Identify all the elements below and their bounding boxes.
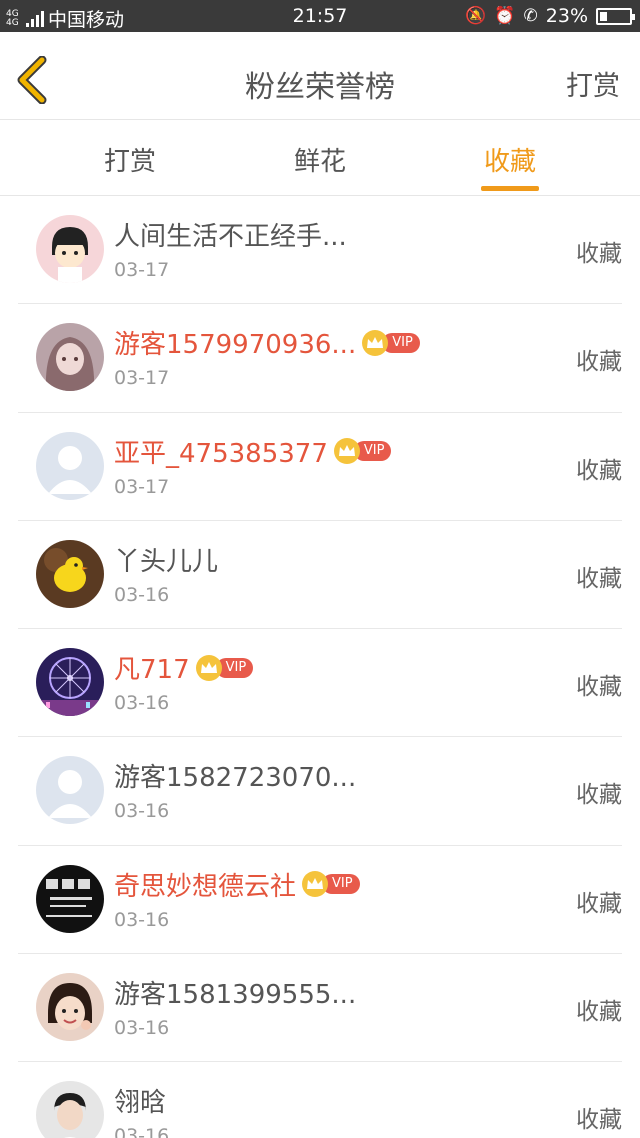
name-line: 凡717 VIP xyxy=(114,649,254,686)
item-date: 03-16 xyxy=(114,800,170,823)
reward-button[interactable]: 打赏 xyxy=(566,64,620,103)
item-date: 03-17 xyxy=(114,259,170,281)
vip-badge: VIP xyxy=(333,438,392,465)
user-name[interactable]: 游客1581399555... xyxy=(114,974,356,1011)
vip-badge: VIP xyxy=(362,329,420,356)
crown-icon xyxy=(333,438,360,465)
item-action-label: 收藏 xyxy=(576,1107,622,1134)
crown-icon xyxy=(302,871,329,898)
item-date: 03-16 xyxy=(114,1125,170,1138)
hd-call-icon: ✆ xyxy=(523,6,538,26)
alarm-icon: ⏰ xyxy=(494,6,516,26)
tab-flowers[interactable]: 鲜花 xyxy=(260,141,380,178)
name-line: 奇思妙想德云社 VIP xyxy=(114,866,360,903)
user-name[interactable]: 奇思妙想德云社 xyxy=(114,866,296,903)
name-line: 游客1581399555... xyxy=(114,974,356,1011)
name-line: 游客1579970936... VIP xyxy=(114,324,420,361)
fan-list: 人间生活不正经手... 03-17 收藏 游客1579970936... VIP 03-1… xyxy=(0,196,640,1138)
avatar[interactable] xyxy=(36,648,104,717)
list-item[interactable]: 翎晗 03-16 收藏 xyxy=(18,1062,622,1138)
vip-badge: VIP xyxy=(302,871,360,898)
vip-badge: VIP xyxy=(195,654,254,681)
avatar[interactable] xyxy=(36,323,104,392)
tab-favorites[interactable]: 收藏 xyxy=(450,141,570,178)
item-date: 03-16 xyxy=(114,1017,170,1040)
name-line: 丫头儿儿 xyxy=(114,541,218,578)
item-action-label: 收藏 xyxy=(576,782,622,809)
user-name[interactable]: 丫头儿儿 xyxy=(114,541,218,578)
name-line: 人间生活不正经手... xyxy=(114,216,347,253)
item-action-label: 收藏 xyxy=(576,349,622,376)
list-item[interactable]: 游客1582723070... 03-16 收藏 xyxy=(18,737,622,846)
tab-bar: 打赏 鲜花 收藏 xyxy=(0,121,640,196)
item-action-label: 收藏 xyxy=(576,890,622,917)
list-item[interactable]: 奇思妙想德云社 VIP 03-16 收藏 xyxy=(18,846,622,955)
user-name[interactable]: 游客1582723070... xyxy=(114,757,356,794)
item-action-label: 收藏 xyxy=(576,241,622,267)
crown-icon xyxy=(195,654,222,681)
item-date: 03-16 xyxy=(114,692,170,715)
item-date: 03-17 xyxy=(114,475,170,498)
battery-icon xyxy=(596,7,635,25)
item-action-label: 收藏 xyxy=(576,674,622,701)
status-bar: 4G 4G 中国移动 21:57 🔕 ⏰ ✆ 23% xyxy=(0,0,640,32)
user-name[interactable]: 翎晗 xyxy=(114,1082,166,1119)
avatar[interactable] xyxy=(36,431,104,500)
list-item[interactable]: 凡717 VIP 03-16 收藏 xyxy=(18,629,622,738)
item-action-label: 收藏 xyxy=(576,457,622,484)
avatar[interactable] xyxy=(36,215,104,283)
list-item[interactable]: 游客1579970936... VIP 03-17 收藏 xyxy=(18,304,622,413)
avatar[interactable] xyxy=(36,973,104,1042)
list-item[interactable]: 人间生活不正经手... 03-17 收藏 xyxy=(18,196,622,305)
tab-reward[interactable]: 打赏 xyxy=(70,141,190,178)
battery-percent: 23% xyxy=(545,5,588,27)
mute-icon: 🔕 xyxy=(465,6,487,26)
nav-bar: 粉丝荣誉榜 打赏 xyxy=(0,32,640,120)
avatar[interactable] xyxy=(36,756,104,825)
item-date: 03-17 xyxy=(114,367,170,390)
user-name[interactable]: 人间生活不正经手... xyxy=(114,216,347,253)
item-action-label: 收藏 xyxy=(576,999,622,1026)
avatar[interactable] xyxy=(36,1081,104,1138)
page-title: 粉丝荣誉榜 xyxy=(245,70,395,105)
user-name[interactable]: 亚平_475385377 xyxy=(114,433,328,470)
crown-icon xyxy=(362,329,389,356)
name-line: 亚平_475385377 VIP xyxy=(114,433,392,470)
item-date: 03-16 xyxy=(114,583,170,606)
avatar[interactable] xyxy=(36,864,104,933)
user-name[interactable]: 凡717 xyxy=(114,649,190,686)
user-name[interactable]: 游客1579970936... xyxy=(114,324,356,361)
status-right: 🔕 ⏰ ✆ 23% xyxy=(465,5,635,27)
name-line: 翎晗 xyxy=(114,1082,166,1119)
item-date: 03-16 xyxy=(114,908,170,931)
list-item[interactable]: 游客1581399555... 03-16 收藏 xyxy=(18,954,622,1063)
list-item[interactable]: 丫头儿儿 03-16 收藏 xyxy=(18,521,622,630)
item-action-label: 收藏 xyxy=(576,565,622,592)
name-line: 游客1582723070... xyxy=(114,757,356,794)
list-item[interactable]: 亚平_475385377 VIP 03-17 收藏 xyxy=(18,413,622,521)
avatar[interactable] xyxy=(36,539,104,608)
active-tab-indicator xyxy=(481,186,539,191)
